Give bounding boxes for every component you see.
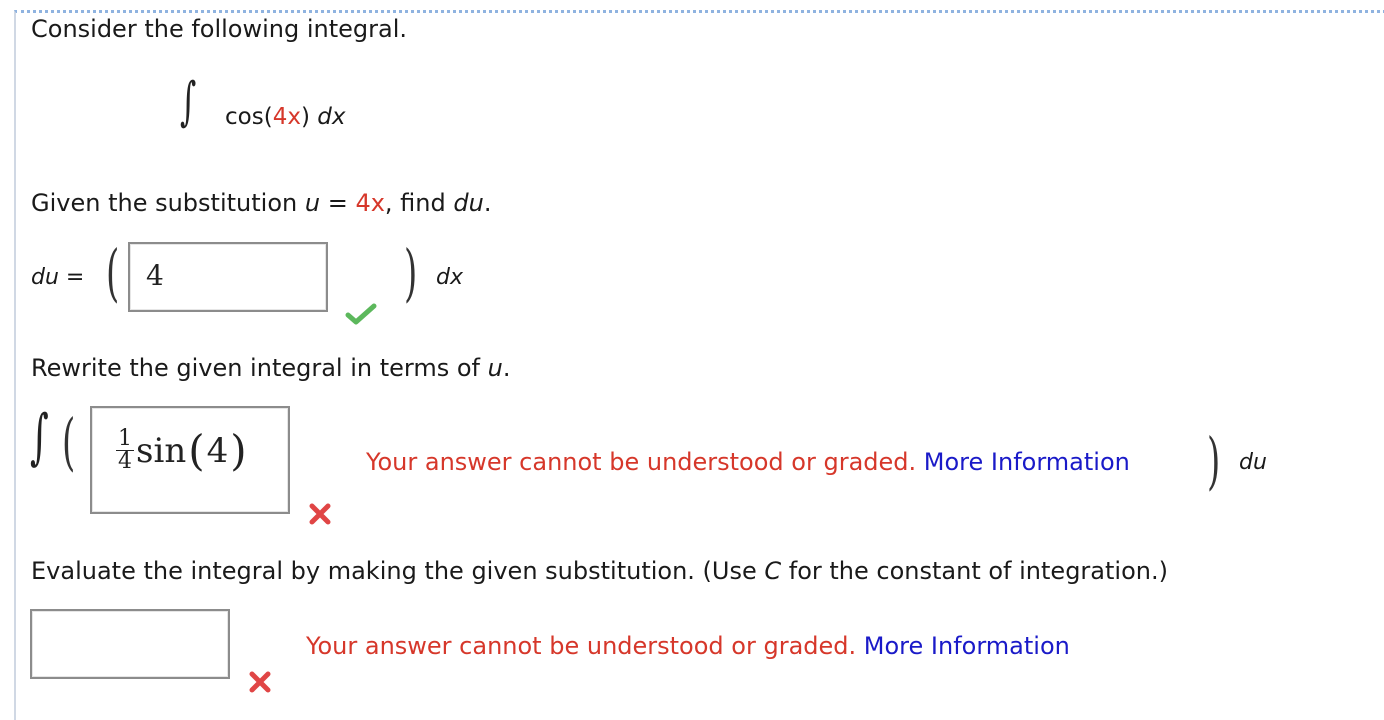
intro-text: Consider the following integral. xyxy=(31,15,408,43)
checkmark-icon xyxy=(345,303,377,325)
du-lhs: du = xyxy=(31,265,85,290)
integral-u-answer: 1 4 sin ( 4 ) xyxy=(116,426,247,475)
x-mark-icon xyxy=(309,503,331,525)
dx-label: dx xyxy=(436,265,463,290)
x-mark-icon xyxy=(249,671,271,693)
part2-feedback: Your answer cannot be understood or grad… xyxy=(366,448,1130,476)
integral-u-input[interactable]: 1 4 sin ( 4 ) xyxy=(90,406,290,514)
right-paren: ) xyxy=(404,236,418,309)
integral-sign-2: ∫ xyxy=(30,402,49,472)
more-information-link[interactable]: More Information xyxy=(864,632,1070,660)
part3-prompt: Evaluate the integral by making the give… xyxy=(31,557,1168,585)
du-answer-value: 4 xyxy=(146,259,164,292)
du-label: du xyxy=(1239,450,1267,475)
integral-sign: ∫ xyxy=(180,72,197,132)
right-paren-2: ) xyxy=(1207,424,1221,497)
fraction: 1 4 xyxy=(116,426,134,474)
part1-prompt: Given the substitution u = 4x, find du. xyxy=(31,189,492,217)
part3-feedback: Your answer cannot be understood or grad… xyxy=(306,632,1070,660)
left-paren-2: ( xyxy=(62,405,76,478)
more-information-link[interactable]: More Information xyxy=(924,448,1130,476)
left-paren: ( xyxy=(106,236,120,309)
du-answer-input[interactable]: 4 xyxy=(128,242,328,312)
evaluate-answer-input[interactable] xyxy=(30,609,230,679)
part2-prompt: Rewrite the given integral in terms of u… xyxy=(31,354,511,382)
integrand: cos(4x) dx xyxy=(225,104,346,130)
